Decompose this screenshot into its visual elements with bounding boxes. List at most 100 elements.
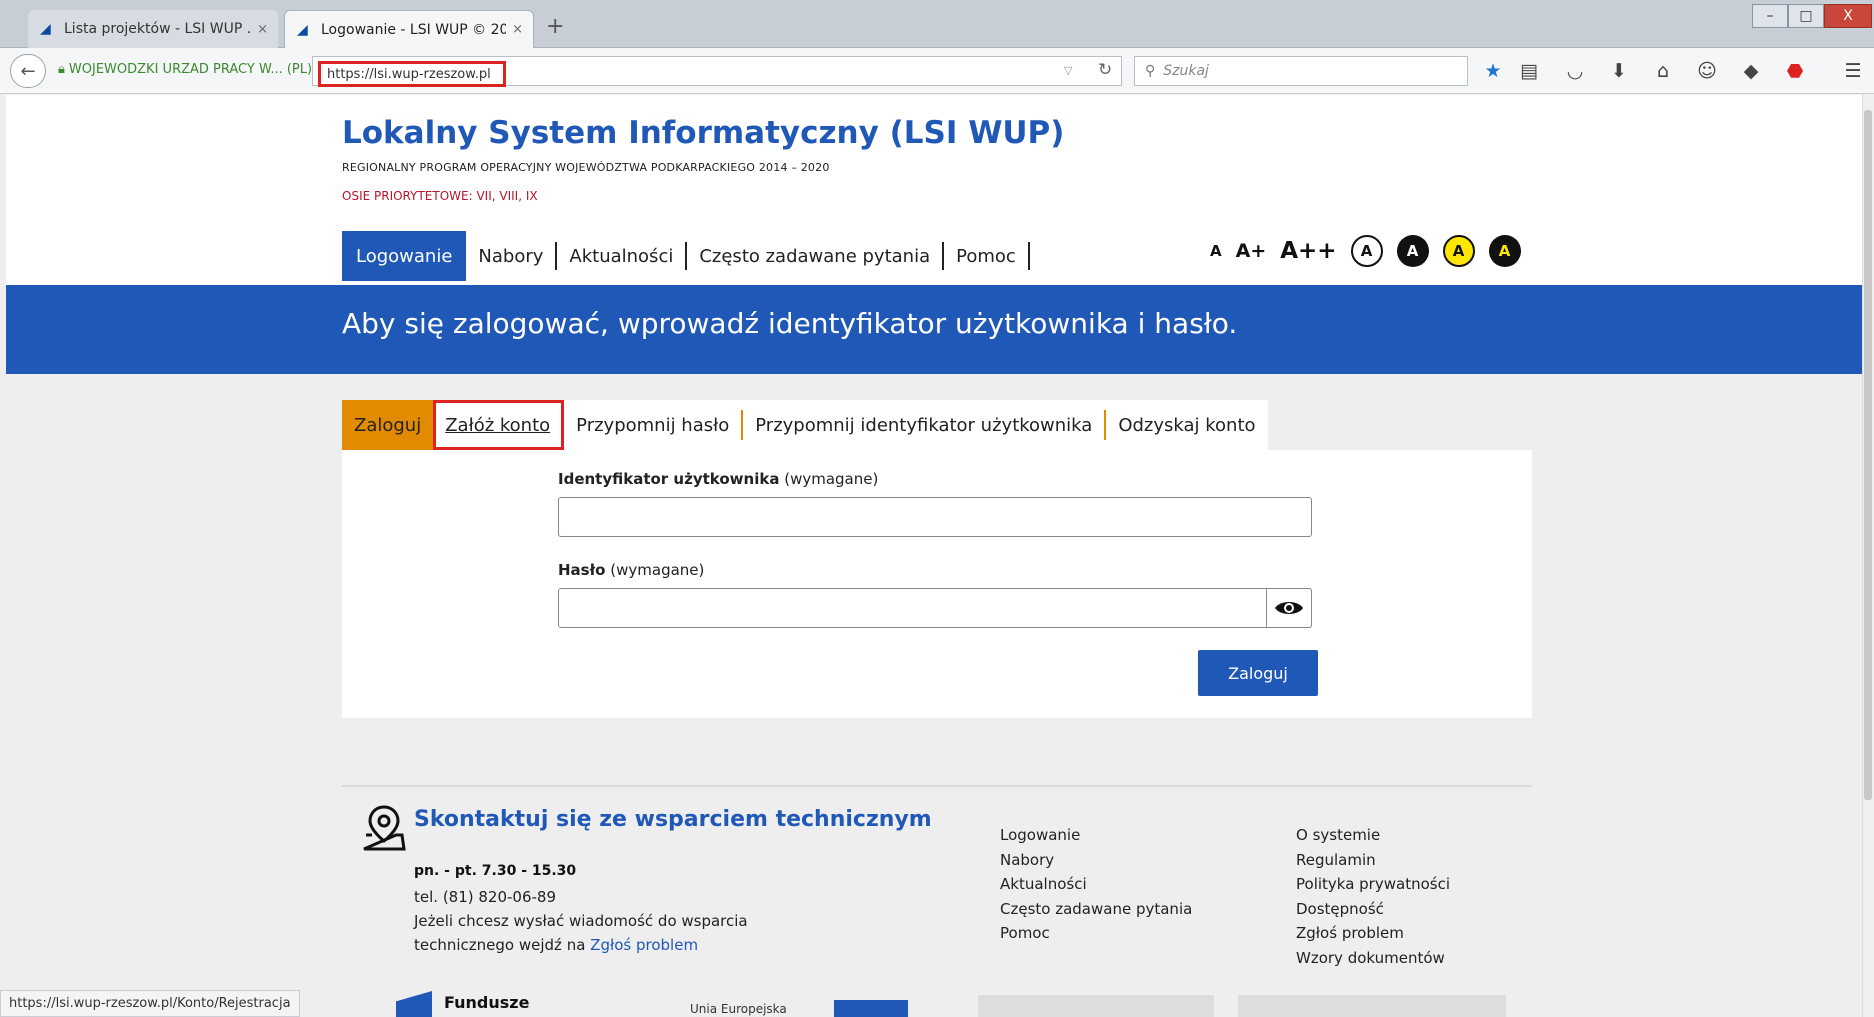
back-arrow-icon: ←: [20, 60, 36, 82]
nav-item-nabory[interactable]: Nabory: [466, 242, 558, 270]
site-identity[interactable]: 🔒︎ WOJEWODZKI URZAD PRACY W... (PL): [58, 62, 312, 77]
eye-icon: [1275, 602, 1303, 614]
font-size-normal[interactable]: A: [1210, 242, 1222, 260]
contrast-black-yellow-button[interactable]: A: [1488, 235, 1521, 267]
extension-icon[interactable]: ◆: [1738, 60, 1764, 82]
contrast-default-button[interactable]: A: [1350, 235, 1383, 267]
tab-przypomnij-haslo[interactable]: Przypomnij hasło: [564, 410, 744, 440]
download-icon[interactable]: ⬇: [1606, 60, 1632, 82]
minimize-button[interactable]: –: [1752, 4, 1788, 28]
support-phone: tel. (81) 820-06-89: [414, 888, 557, 906]
url-text[interactable]: https://lsi.wup-rzeszow.pl: [318, 61, 506, 87]
site-favicon-icon: ◢: [40, 21, 51, 37]
scrollbar-thumb[interactable]: [1864, 110, 1872, 800]
menu-icon[interactable]: ☰: [1840, 60, 1866, 82]
font-size-large[interactable]: A+: [1236, 240, 1267, 262]
partner-logo-block: [1238, 995, 1506, 1017]
login-form: Identyfikator użytkownika (wymagane) Has…: [342, 450, 1532, 718]
footer-link[interactable]: Wzory dokumentów: [1296, 946, 1450, 971]
site-title[interactable]: Lokalny System Informatyczny (LSI WUP): [342, 115, 1064, 151]
password-label-text: Hasło: [558, 561, 606, 579]
contact-title: Skontaktuj się ze wsparciem technicznym: [414, 807, 932, 832]
partner-logo-block: [978, 995, 1214, 1017]
footer-links-main: Logowanie Nabory Aktualności Często zada…: [1000, 823, 1192, 946]
browser-tab-login[interactable]: ◢ Logowanie - LSI WUP © 20... ×: [284, 10, 534, 48]
close-window-button[interactable]: X: [1824, 4, 1872, 28]
footer-link[interactable]: Zgłoś problem: [1296, 921, 1450, 946]
close-tab-icon[interactable]: ×: [257, 22, 268, 37]
tab-zaloguj[interactable]: Zaloguj: [342, 400, 434, 450]
program-subtitle: REGIONALNY PROGRAM OPERACYJNY WOJEWÓDZTW…: [342, 161, 830, 174]
report-problem-link[interactable]: Zgłoś problem: [590, 936, 698, 954]
nav-item-logowanie[interactable]: Logowanie: [342, 231, 467, 281]
nav-item-faq[interactable]: Często zadawane pytania: [687, 242, 945, 270]
support-hours: pn. - pt. 7.30 - 15.30: [414, 863, 577, 879]
reload-icon[interactable]: ↻: [1098, 60, 1112, 80]
nav-item-pomoc[interactable]: Pomoc: [944, 242, 1030, 270]
login-tabs: Zaloguj Załóż konto Przypomnij hasło Prz…: [342, 400, 1268, 450]
eu-logo-text: Unia Europejska: [690, 1002, 787, 1016]
funds-logo-text: Fundusze: [444, 993, 530, 1012]
required-note: (wymagane): [784, 470, 879, 488]
instruction-banner: Aby się zalogować, wprowadź identyfikato…: [6, 285, 1862, 374]
footer-link[interactable]: Aktualności: [1000, 872, 1192, 897]
maximize-button[interactable]: □: [1788, 4, 1824, 28]
search-icon: ⚲: [1145, 63, 1156, 79]
footer-links-info: O systemie Regulamin Polityka prywatnośc…: [1296, 823, 1450, 970]
required-note: (wymagane): [610, 561, 705, 579]
main-navigation: Logowanie Nabory Aktualności Często zada…: [342, 231, 1030, 281]
status-bar: https://lsi.wup-rzeszow.pl/Konto/Rejestr…: [0, 990, 300, 1017]
contrast-black-white-button[interactable]: A: [1396, 235, 1429, 267]
back-button[interactable]: ←: [10, 54, 46, 88]
history-dropdown-icon[interactable]: ▽: [1064, 64, 1072, 77]
browser-nav-bar: ← 🔒︎ WOJEWODZKI URZAD PRACY W... (PL) htt…: [0, 48, 1874, 94]
contrast-yellow-black-button[interactable]: A: [1442, 235, 1475, 267]
browser-tab-projects[interactable]: ◢ Lista projektów - LSI WUP ... ×: [28, 10, 278, 48]
footer-link[interactable]: O systemie: [1296, 823, 1450, 848]
accessibility-controls: A A+ A++ A A A A: [1210, 235, 1521, 267]
support-line: technicznego wejdź na Zgłoś problem: [414, 936, 698, 954]
bookmark-star-icon[interactable]: ★: [1480, 60, 1506, 82]
adblock-icon[interactable]: ⬣: [1782, 60, 1808, 82]
identity-label: WOJEWODZKI URZAD PRACY W... (PL): [68, 62, 313, 77]
site-header: Lokalny System Informatyczny (LSI WUP) R…: [6, 95, 1862, 285]
tab-przypomnij-identyfikator[interactable]: Przypomnij identyfikator użytkownika: [743, 410, 1107, 440]
home-icon[interactable]: ⌂: [1650, 60, 1676, 82]
tab-zaloz-konto[interactable]: Załóż konto: [433, 400, 565, 450]
location-pin-icon: [363, 805, 406, 851]
search-input[interactable]: ⚲ Szukaj: [1134, 56, 1468, 86]
username-field[interactable]: [558, 497, 1312, 537]
new-tab-button[interactable]: +: [546, 14, 564, 39]
footer-link[interactable]: Pomoc: [1000, 921, 1192, 946]
footer-link[interactable]: Często zadawane pytania: [1000, 897, 1192, 922]
footer-divider: [342, 785, 1532, 787]
chat-icon[interactable]: ☺: [1694, 60, 1720, 82]
footer-link[interactable]: Dostępność: [1296, 897, 1450, 922]
font-size-xlarge[interactable]: A++: [1280, 238, 1336, 264]
tab-title: Logowanie - LSI WUP © 20...: [321, 21, 507, 38]
banner-text: Aby się zalogować, wprowadź identyfikato…: [342, 307, 1238, 340]
lock-icon: 🔒︎: [58, 62, 65, 77]
footer-link[interactable]: Polityka prywatności: [1296, 872, 1450, 897]
bookmarks-list-icon[interactable]: ▤: [1516, 60, 1542, 82]
username-label: Identyfikator użytkownika (wymagane): [558, 470, 878, 488]
support-line: Jeżeli chcesz wysłać wiadomość do wsparc…: [414, 912, 748, 930]
login-button[interactable]: Zaloguj: [1198, 650, 1318, 696]
priority-axes: OSIE PRIORYTETOWE: VII, VIII, IX: [342, 189, 538, 203]
password-field[interactable]: [558, 588, 1312, 628]
show-password-button[interactable]: [1266, 588, 1312, 628]
nav-item-aktualnosci[interactable]: Aktualności: [557, 242, 688, 270]
tab-title: Lista projektów - LSI WUP ...: [64, 21, 252, 37]
footer-link[interactable]: Nabory: [1000, 848, 1192, 873]
pocket-icon[interactable]: ◡: [1562, 60, 1588, 82]
close-tab-icon[interactable]: ×: [512, 22, 523, 37]
funds-logo-icon: [396, 991, 432, 1017]
browser-tab-bar: ◢ Lista projektów - LSI WUP ... × ◢ Logo…: [0, 0, 1874, 48]
footer-link[interactable]: Regulamin: [1296, 848, 1450, 873]
search-placeholder: Szukaj: [1163, 63, 1209, 79]
site-favicon-icon: ◢: [297, 21, 308, 38]
page-content: Lokalny System Informatyczny (LSI WUP) R…: [6, 95, 1862, 1017]
username-label-text: Identyfikator użytkownika: [558, 470, 780, 488]
footer-link[interactable]: Logowanie: [1000, 823, 1192, 848]
tab-odzyskaj-konto[interactable]: Odzyskaj konto: [1106, 410, 1267, 440]
